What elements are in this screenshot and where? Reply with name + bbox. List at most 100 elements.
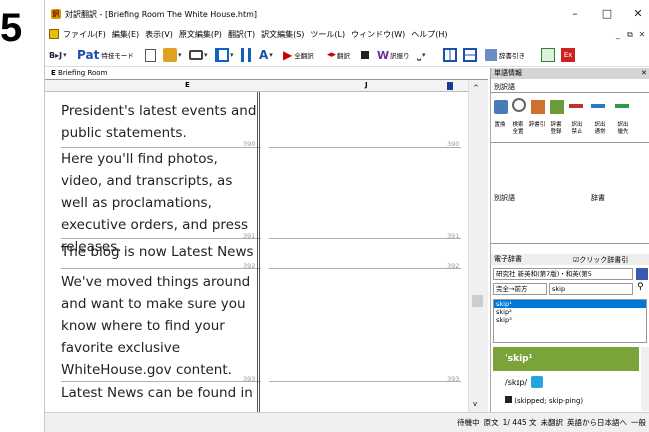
zen-honyaku-button[interactable]: ▶ 全翻訳 xyxy=(283,47,314,63)
register-icon[interactable] xyxy=(550,100,564,114)
menu-item[interactable]: ヘルプ(H) xyxy=(411,29,447,40)
translation-document[interactable]: President's latest events and public sta… xyxy=(53,92,468,412)
space-button[interactable]: ⎵ ▾ xyxy=(417,47,426,63)
match-mode-select[interactable]: 完全→前方 xyxy=(493,283,547,295)
app-icon: 訳 xyxy=(51,9,61,19)
scroll-thumb[interactable] xyxy=(472,295,483,307)
stop-button[interactable] xyxy=(361,47,369,63)
book-icon xyxy=(541,48,555,62)
menu-item[interactable]: ツール(L) xyxy=(310,29,345,40)
menu-item[interactable]: 表示(V) xyxy=(145,29,173,40)
layout-split-h-button[interactable] xyxy=(463,47,477,63)
search-icon[interactable] xyxy=(512,98,526,112)
layout-split-v-button[interactable] xyxy=(443,47,457,63)
menu-item[interactable]: 翻訳(T) xyxy=(228,29,255,40)
entry-pronunciation: /skɪp/ xyxy=(505,376,544,388)
column-j-label: J xyxy=(365,81,368,89)
close-button[interactable]: ✕ xyxy=(628,6,648,22)
tab-betsu-yakugo[interactable]: 別訳語 xyxy=(494,82,515,92)
exit-button[interactable]: Ex xyxy=(561,47,575,63)
menu-item[interactable]: ウィンドウ(W) xyxy=(351,29,405,40)
scroll-up-icon[interactable]: ^ xyxy=(473,84,479,92)
app-window: 訳 対訳翻訳 - [Briefing Room The White House.… xyxy=(44,0,649,432)
print-button[interactable]: ▾ xyxy=(189,47,208,63)
icon-label-register: 辞書 登録 xyxy=(550,122,562,135)
font-a-icon: A xyxy=(259,48,269,62)
prohibit-icon[interactable] xyxy=(569,104,583,108)
maximize-button[interactable]: □ xyxy=(597,6,617,22)
jishobiki-button[interactable]: 辞書引き xyxy=(485,47,525,63)
panel-close-icon[interactable]: ✕ xyxy=(641,68,647,79)
title-bar: 訳 対訳翻訳 - [Briefing Room The White House.… xyxy=(45,0,649,26)
minimize-button[interactable]: – xyxy=(565,6,585,22)
column-e-label: E xyxy=(185,81,190,89)
line-number: 391 xyxy=(243,232,256,240)
column-divider xyxy=(257,92,260,412)
dict-results-list[interactable]: skip¹ skip² skip³ xyxy=(493,299,647,343)
dict-search-input[interactable]: skip xyxy=(549,283,633,295)
window-title: 対訳翻訳 - [Briefing Room The White House.ht… xyxy=(65,10,258,19)
br-button[interactable]: B▸J ▾ xyxy=(49,47,67,63)
tokugi-mode-button[interactable]: Pat 特技モード xyxy=(77,47,134,63)
entry-forms: (skipped; skip·ping) xyxy=(505,396,583,405)
menu-item[interactable]: ファイル(F) xyxy=(63,29,106,40)
document-tab[interactable]: E Briefing Room xyxy=(51,69,107,77)
status-mihonyaku: 未翻訳 xyxy=(540,418,564,427)
menu-item[interactable]: 原文編集(P) xyxy=(179,29,222,40)
font-button[interactable]: A ▾ xyxy=(259,47,273,63)
binoculars-icon[interactable]: ⚲ xyxy=(637,282,644,292)
menu-bar: ファイル(F) 編集(E) 表示(V) 原文編集(P) 翻訳(T) 訳文編集(S) ツール(… xyxy=(45,26,649,42)
line-number: 391 xyxy=(447,232,460,240)
play-icon: ▶ xyxy=(283,48,293,62)
status-bar: 待機中 原文 1/ 445 文 未翻訳 英語から日本語へ 一般 xyxy=(45,412,649,432)
word-info-panel: 単語情報 ✕ 別訳語 置換 検索 全置 辞書引 辞書 登録 訳出 禁止 訳出 通常 訳出優… xyxy=(490,68,649,412)
menu-item[interactable]: 訳文編集(S) xyxy=(261,29,304,40)
replace-icon[interactable] xyxy=(494,100,508,114)
stop-icon xyxy=(361,51,369,59)
menu-list: ファイル(F) 編集(E) 表示(V) 原文編集(P) 翻訳(T) 訳文編集(S) ツール(… xyxy=(63,26,454,42)
w-icon: W xyxy=(377,48,390,62)
entry-scrollbar[interactable] xyxy=(641,347,649,411)
folder-icon xyxy=(163,48,177,62)
source-segment[interactable]: Latest News can be found in xyxy=(61,382,261,404)
line-number: 392 xyxy=(447,262,460,270)
yakunuki-button[interactable]: W 訳振り xyxy=(377,47,410,63)
dictionary-lookup-icon[interactable] xyxy=(531,100,545,114)
menu-item[interactable]: 編集(E) xyxy=(112,29,139,40)
panel-header: 単語情報 ✕ xyxy=(491,68,649,79)
line-number: 393 xyxy=(447,375,460,383)
dictionary-select[interactable]: 研究社 新英和(第7版)・和英(第5 xyxy=(493,268,633,280)
mdi-minimize-icon[interactable]: _ xyxy=(612,29,624,40)
new-doc-button[interactable] xyxy=(145,47,156,63)
mdi-close-icon[interactable]: ✕ xyxy=(636,29,648,40)
line-number: 392 xyxy=(243,262,256,270)
new-document-icon xyxy=(145,48,156,62)
source-segment[interactable]: The blog is now Latest News xyxy=(61,241,261,263)
priority-icon[interactable] xyxy=(615,104,629,108)
layout-columns-button[interactable] xyxy=(241,47,251,63)
bookmark-icon[interactable] xyxy=(447,82,453,90)
layout-horizontal-button[interactable]: ▾ xyxy=(215,47,234,63)
space-icon: ⎵ xyxy=(417,49,421,61)
icon-label-lookup: 辞書引 xyxy=(528,122,546,128)
document-scrollbar[interactable]: ^ v xyxy=(468,80,488,412)
dictionary-icon-button[interactable] xyxy=(636,268,648,280)
book-button[interactable] xyxy=(541,47,555,63)
result-item[interactable]: skip¹ xyxy=(494,300,646,308)
status-position: 1/ 445 文 xyxy=(502,418,537,427)
normal-icon[interactable] xyxy=(591,104,605,108)
source-segment[interactable]: President's latest events and public sta… xyxy=(61,100,261,144)
audio-play-icon[interactable] xyxy=(531,376,544,388)
result-item[interactable]: skip³ xyxy=(494,316,646,324)
scroll-down-icon[interactable]: v xyxy=(473,400,477,408)
icon-label-replace: 置換 xyxy=(494,122,506,128)
toolbar: B▸J ▾ Pat 特技モード ▾ ▾ ▾ A ▾ ▶ 全翻訳 ◂▸ 翻訳 W 訳振… xyxy=(45,43,649,67)
result-item[interactable]: skip² xyxy=(494,308,646,316)
source-segment[interactable]: We've moved things around and want to ma… xyxy=(61,271,261,381)
icon-label-prohibit: 訳出 禁止 xyxy=(571,122,583,135)
click-jisho-checkbox[interactable]: ☑クリック辞書引 xyxy=(573,255,628,265)
mdi-restore-icon[interactable]: ⧉ xyxy=(624,29,636,40)
open-button[interactable]: ▾ xyxy=(163,47,182,63)
honyaku-button[interactable]: ◂▸ 翻訳 xyxy=(327,47,350,63)
exit-icon: Ex xyxy=(561,48,575,62)
